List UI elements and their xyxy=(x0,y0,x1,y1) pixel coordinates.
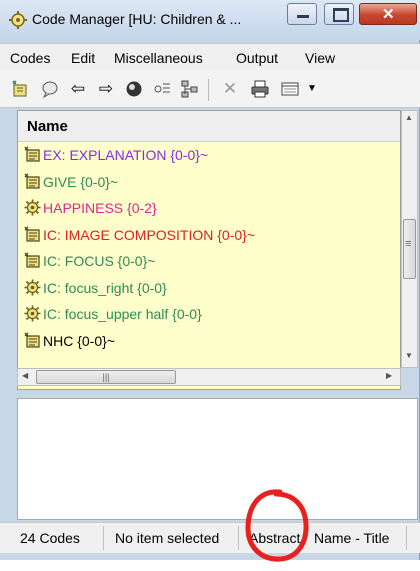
list-item[interactable]: GIVE {0-0}~ xyxy=(24,173,118,199)
horizontal-scroll-thumb[interactable]: ||| xyxy=(36,370,176,384)
code-manager-icon xyxy=(9,11,27,29)
menu-bar: Codes Edit Miscellaneous Output View xyxy=(0,43,420,71)
window-title: Code Manager [HU: Children & ... xyxy=(32,11,242,27)
minimize-button[interactable] xyxy=(287,3,317,25)
chevron-down-icon[interactable]: ▼ xyxy=(302,79,322,99)
code-hub-icon xyxy=(24,199,41,216)
list-item-label: NHC {0-0}~ xyxy=(43,332,115,349)
list-item[interactable]: HAPPINESS {0-2} xyxy=(24,199,157,225)
status-code-count: 24 Codes xyxy=(20,530,80,546)
list-item[interactable]: IC: focus_upper half {0-0} xyxy=(24,305,202,331)
code-icon xyxy=(24,173,40,189)
menu-miscellaneous[interactable]: Miscellaneous xyxy=(114,50,203,66)
tree-icon[interactable] xyxy=(180,79,200,99)
menu-view[interactable]: View xyxy=(305,50,335,66)
scroll-down-icon[interactable]: ▼ xyxy=(405,351,413,360)
code-hub-icon xyxy=(24,305,41,322)
menu-codes[interactable]: Codes xyxy=(10,50,50,66)
status-separator xyxy=(238,526,239,550)
status-separator xyxy=(103,526,104,550)
close-button[interactable] xyxy=(359,3,417,25)
back-arrow-icon[interactable]: ⇦ xyxy=(68,79,88,99)
list-item[interactable]: IC: FOCUS {0-0}~ xyxy=(24,252,155,278)
code-icon xyxy=(24,226,40,242)
list-item-label: IC: IMAGE COMPOSITION {0-0}~ xyxy=(43,226,255,243)
new-code-icon[interactable] xyxy=(10,79,30,99)
code-icon xyxy=(24,146,40,162)
toolbar-separator xyxy=(208,79,209,101)
network-icon[interactable] xyxy=(124,79,144,99)
title-bar[interactable]: Code Manager [HU: Children & ... xyxy=(0,0,420,40)
status-bar: 24 Codes No item selected Abstract Name … xyxy=(0,522,420,553)
status-abstract[interactable]: Abstract xyxy=(249,530,300,546)
scroll-right-icon[interactable]: ▶ xyxy=(386,371,392,380)
code-icon xyxy=(24,332,40,348)
comment-pane[interactable] xyxy=(17,398,418,520)
scroll-up-icon[interactable]: ▲ xyxy=(405,113,413,122)
maximize-button[interactable] xyxy=(324,3,354,25)
list-item-label: HAPPINESS {0-2} xyxy=(43,200,157,216)
menu-output[interactable]: Output xyxy=(236,50,278,66)
scroll-left-icon[interactable]: ◀ xyxy=(22,371,28,380)
list-item-label: EX: EXPLANATION {0-0}~ xyxy=(43,147,209,163)
list-item[interactable]: NHC {0-0}~ xyxy=(24,332,115,358)
vertical-scrollbar[interactable]: ▲ ▼ xyxy=(401,110,418,368)
code-list[interactable]: Name EX: EXPLANATION {0-0}~ GIVE {0-0}~ HA… xyxy=(17,110,401,390)
code-manager-window: Code Manager [HU: Children & ... Codes E… xyxy=(0,0,420,560)
code-options-icon[interactable] xyxy=(152,79,172,99)
comment-icon[interactable] xyxy=(40,79,60,99)
code-icon xyxy=(24,252,40,268)
list-item-label: IC: focus_right {0-0} xyxy=(43,279,167,296)
view-options-icon[interactable] xyxy=(280,79,300,99)
list-item[interactable]: EX: EXPLANATION {0-0}~ xyxy=(24,146,208,172)
column-header-label: Name xyxy=(27,118,68,135)
list-item-label: GIVE {0-0}~ xyxy=(43,173,119,190)
vertical-scroll-thumb[interactable] xyxy=(403,219,416,279)
horizontal-scrollbar[interactable]: ◀ ||| ▶ xyxy=(17,368,401,386)
list-item-label: IC: focus_upper half {0-0} xyxy=(43,306,202,322)
delete-icon[interactable]: ✕ xyxy=(220,79,240,99)
status-selection: No item selected xyxy=(115,530,220,546)
code-hub-icon xyxy=(24,279,41,295)
status-separator xyxy=(406,526,407,550)
toolbar: ⇦ ⇨ ✕ ▼ xyxy=(0,71,420,108)
forward-arrow-icon[interactable]: ⇨ xyxy=(96,79,116,99)
column-header-name[interactable]: Name xyxy=(18,111,400,142)
list-item[interactable]: IC: focus_right {0-0} xyxy=(24,279,167,305)
list-item-label: IC: FOCUS {0-0}~ xyxy=(43,253,156,269)
print-icon[interactable] xyxy=(250,79,270,99)
status-name-title[interactable]: Name - Title xyxy=(314,530,389,546)
menu-edit[interactable]: Edit xyxy=(71,50,95,66)
list-item[interactable]: IC: IMAGE COMPOSITION {0-0}~ xyxy=(24,226,255,252)
